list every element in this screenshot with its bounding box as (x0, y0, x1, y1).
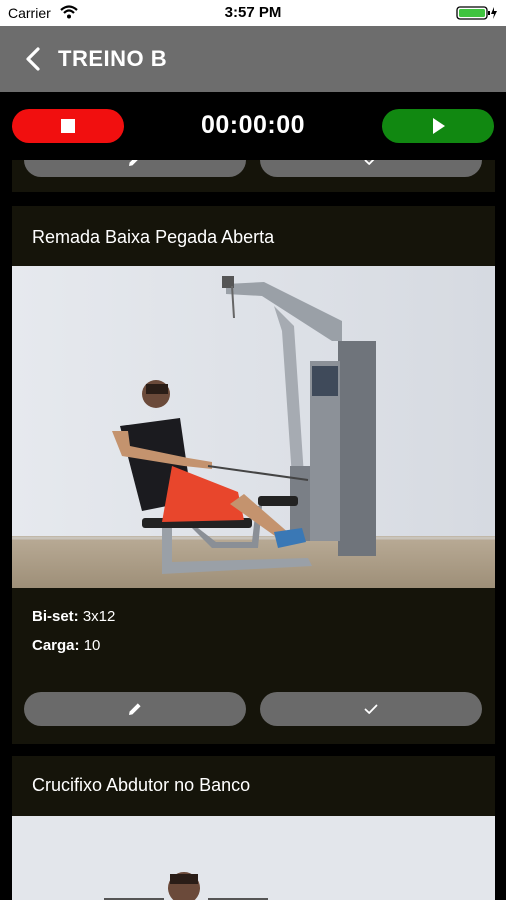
edit-button[interactable] (24, 160, 246, 177)
nav-bar: TREINO B (0, 26, 506, 92)
load-row: Carga: 10 (32, 631, 115, 660)
play-icon (433, 118, 445, 134)
load-label: Carga: (32, 637, 80, 654)
status-time: 3:57 PM (224, 4, 282, 21)
exercise-image (12, 816, 495, 900)
done-button[interactable] (260, 160, 482, 177)
exercise-title: Crucifixo Abdutor no Banco (32, 775, 251, 795)
done-button[interactable] (260, 692, 482, 726)
exercise-list[interactable]: Remada Baixa Pegada Aberta Bi-set: 3x12 … (0, 160, 506, 900)
pencil-icon (129, 703, 141, 715)
set-label: Bi-set: (32, 608, 79, 625)
load-value: 10 (83, 637, 101, 654)
set-row: Bi-set: 3x12 (32, 602, 115, 631)
status-bar: Carrier 3:57 PM (0, 0, 506, 26)
edit-button[interactable] (24, 692, 246, 726)
exercise-title: Remada Baixa Pegada Aberta (32, 227, 275, 247)
check-icon (364, 704, 378, 714)
play-button[interactable] (382, 109, 494, 143)
check-icon (364, 160, 375, 165)
exercise-card-previous (12, 160, 495, 192)
exercise-card: Remada Baixa Pegada Aberta Bi-set: 3x12 … (12, 206, 495, 744)
page-title: TREINO B (58, 46, 168, 71)
chevron-left-icon[interactable] (22, 46, 46, 72)
set-value: 3x12 (82, 608, 116, 625)
exercise-image (12, 266, 495, 588)
pencil-icon (129, 160, 138, 166)
exercise-card: Crucifixo Abdutor no Banco (12, 756, 495, 900)
battery-icon (456, 5, 498, 21)
timer-bar: 00:00:00 (0, 92, 506, 160)
exercise-details: Bi-set: 3x12 Carga: 10 (32, 602, 115, 660)
